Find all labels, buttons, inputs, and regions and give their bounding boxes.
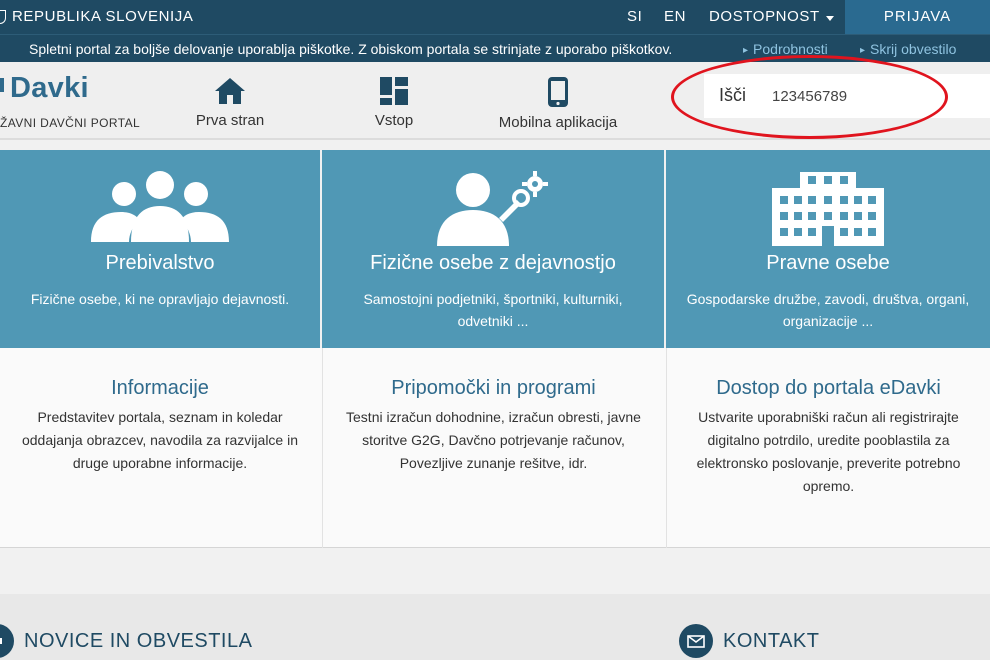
info-tools-text: Testni izračun dohodnine, izračun obrest… bbox=[346, 409, 641, 471]
search-input[interactable] bbox=[768, 82, 978, 110]
logo-mark-icon bbox=[0, 78, 4, 92]
info-column-tools: Pripomočki in programi Testni izračun do… bbox=[322, 348, 664, 548]
info-edavki-text: Ustvarite uporabniški račun ali registri… bbox=[696, 409, 961, 494]
grid-icon bbox=[380, 77, 408, 105]
language-en-link[interactable]: EN bbox=[664, 0, 686, 34]
country-label: REPUBLIKA SLOVENIJA bbox=[0, 0, 193, 34]
nav-mobile-app[interactable]: Mobilna aplikacija bbox=[488, 76, 628, 131]
info-section: Informacije Predstavitev portala, seznam… bbox=[0, 348, 990, 548]
card-residents-title: Prebivalstvo bbox=[105, 252, 215, 274]
home-icon bbox=[215, 78, 245, 104]
cookie-notice: Spletni portal za boljše delovanje upora… bbox=[0, 34, 990, 62]
contact-heading[interactable]: KONTAKT bbox=[679, 624, 819, 658]
megaphone-icon bbox=[0, 638, 2, 644]
card-self-employed-title: Fizične osebe z dejavnostjo bbox=[370, 252, 616, 274]
arrow-right-icon: ▸ bbox=[743, 45, 749, 56]
nav-home[interactable]: Prva stran bbox=[180, 76, 280, 129]
news-heading-label: NOVICE IN OBVESTILA bbox=[24, 629, 253, 652]
card-legal-entities[interactable]: Pravne osebe Gospodarske družbe, zavodi,… bbox=[666, 150, 990, 348]
contact-heading-label: KONTAKT bbox=[723, 629, 820, 652]
info-column-edavki: Dostop do portala eDavki Ustvarite upora… bbox=[666, 348, 990, 548]
person-tools-icon bbox=[437, 171, 548, 246]
nav-login-label: Vstop bbox=[374, 112, 414, 129]
accessibility-menu[interactable]: DOSTOPNOST bbox=[709, 0, 834, 34]
info-column-information: Informacije Predstavitev portala, seznam… bbox=[0, 348, 320, 548]
card-residents-desc: Fizične osebe, ki ne opravljajo dejavnos… bbox=[30, 291, 290, 307]
card-self-employed-desc: Samostojni podjetniki, športniki, kultur… bbox=[363, 291, 623, 329]
card-self-employed[interactable]: Fizične osebe z dejavnostjo Samostojni p… bbox=[322, 150, 664, 348]
cookie-hide-label: Skrij obvestilo bbox=[870, 41, 957, 57]
info-tools-link[interactable]: Pripomočki in programi bbox=[323, 377, 664, 400]
arrow-right-icon: ▸ bbox=[860, 45, 866, 56]
top-bar: REPUBLIKA SLOVENIJA SI EN DOSTOPNOST PRI… bbox=[0, 0, 990, 34]
language-si-link[interactable]: SI bbox=[627, 0, 642, 34]
coat-of-arms-icon bbox=[0, 10, 6, 24]
search-label: Išči bbox=[719, 85, 746, 105]
card-legal-entities-title: Pravne osebe bbox=[766, 252, 890, 274]
card-residents[interactable]: Prebivalstvo Fizične osebe, ki ne opravl… bbox=[0, 150, 320, 348]
nav-home-label: Prva stran bbox=[195, 112, 265, 129]
accessibility-label: DOSTOPNOST bbox=[709, 8, 820, 25]
info-information-link[interactable]: Informacije bbox=[0, 377, 320, 400]
info-information-text: Predstavitev portala, seznam in koledar … bbox=[21, 409, 298, 471]
news-heading[interactable]: NOVICE IN OBVESTILA bbox=[0, 624, 252, 658]
login-button[interactable]: PRIJAVA bbox=[845, 0, 990, 34]
nav-login[interactable]: Vstop bbox=[344, 76, 444, 129]
audience-cards: Prebivalstvo Fizične osebe, ki ne opravl… bbox=[0, 150, 990, 348]
people-group-icon bbox=[91, 171, 229, 242]
country-name: REPUBLIKA SLOVENIJA bbox=[12, 8, 194, 25]
mail-icon bbox=[687, 634, 705, 648]
card-legal-entities-desc: Gospodarske družbe, zavodi, društva, org… bbox=[686, 291, 970, 329]
mobile-phone-icon bbox=[548, 77, 568, 107]
chevron-down-icon bbox=[825, 15, 834, 21]
search-box: Išči bbox=[704, 74, 990, 118]
lower-section: NOVICE IN OBVESTILA KONTAKT bbox=[0, 594, 990, 660]
logo-subtitle: ŽAVNI DAVČNI PORTAL bbox=[0, 116, 141, 130]
cookie-details-label: Podrobnosti bbox=[753, 41, 828, 57]
nav-mobile-label: Mobilna aplikacija bbox=[498, 114, 618, 131]
cookie-message: Spletni portal za boljše delovanje upora… bbox=[29, 41, 673, 57]
info-edavki-link[interactable]: Dostop do portala eDavki bbox=[667, 377, 990, 400]
site-header: Davki ŽAVNI DAVČNI PORTAL Prva stran Vst… bbox=[0, 62, 990, 140]
news-icon bbox=[0, 624, 14, 658]
building-icon bbox=[772, 172, 884, 246]
envelope-icon bbox=[679, 624, 713, 658]
logo-name: Davki bbox=[10, 72, 89, 104]
